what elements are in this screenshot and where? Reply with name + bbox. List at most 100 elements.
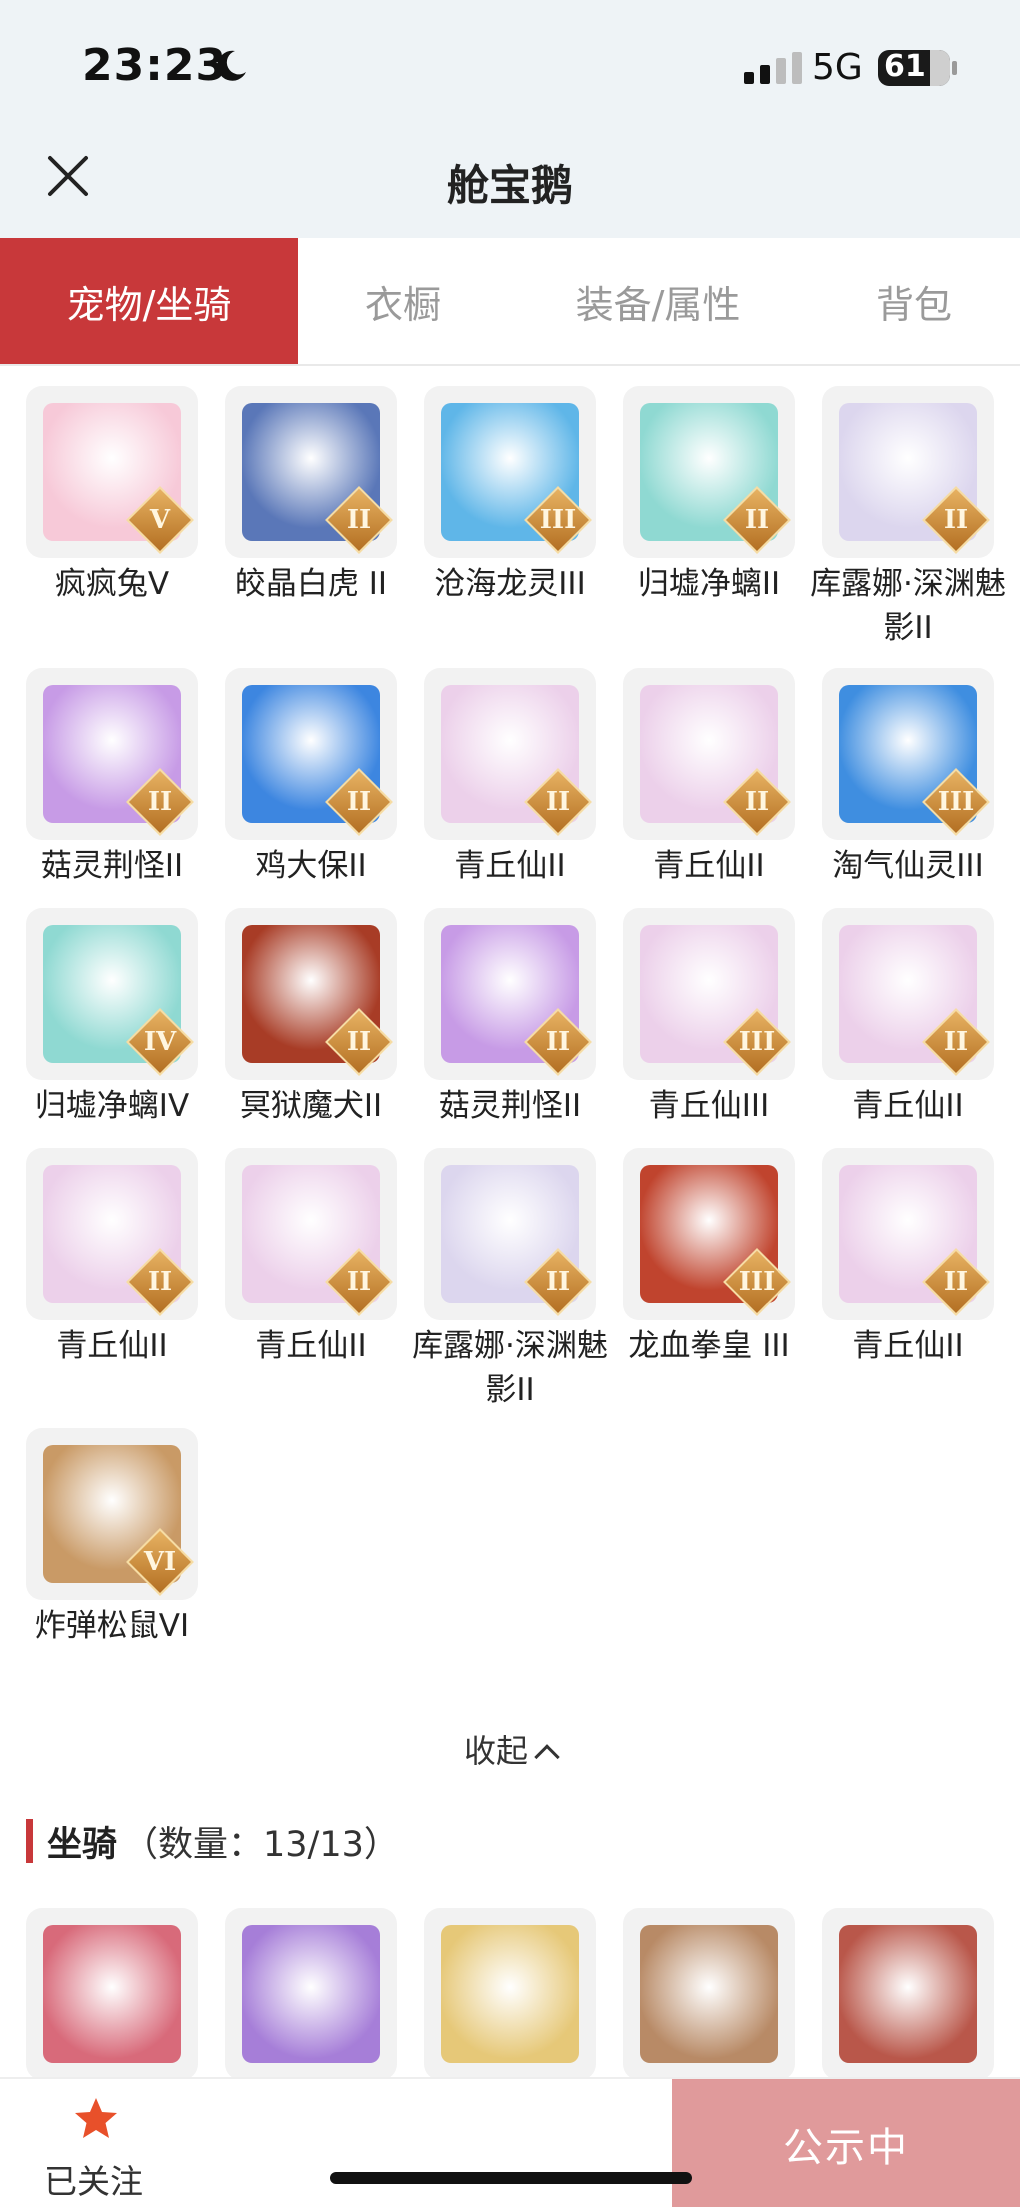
pet-card[interactable]: III 青丘仙III xyxy=(623,908,795,1128)
home-indicator xyxy=(330,2172,692,2184)
rank-label: III xyxy=(937,787,975,817)
pet-name: 青丘仙II xyxy=(56,1328,168,1364)
pet-thumbnail: III xyxy=(623,1148,795,1320)
pet-card[interactable]: III 龙血拳皇 III xyxy=(623,1148,795,1368)
pet-card[interactable]: II 库露娜·深渊魅影II xyxy=(412,1148,608,1412)
pet-name: 菇灵荆怪II xyxy=(438,1088,582,1124)
mount-section-count: （数量：13/13） xyxy=(123,1824,399,1865)
pet-thumbnail: II xyxy=(424,908,596,1080)
rank-label: II xyxy=(545,787,571,817)
moon-icon xyxy=(217,50,246,81)
pet-thumbnail: III xyxy=(623,908,795,1080)
pet-card[interactable]: II 菇灵荆怪II xyxy=(424,908,596,1128)
pet-thumbnail: IV xyxy=(26,908,198,1080)
pet-card[interactable]: II 青丘仙II xyxy=(424,668,596,888)
pet-thumbnail: II xyxy=(822,908,994,1080)
rank-label: II xyxy=(545,1027,571,1057)
rank-label: III xyxy=(738,1027,776,1057)
mount-card[interactable] xyxy=(822,1908,994,2080)
pet-thumbnail: II xyxy=(26,1148,198,1320)
pet-thumbnail: II xyxy=(424,668,596,840)
top-area: 23:23 5G 61 舱宝鹅 xyxy=(0,0,1020,238)
pet-card[interactable]: II 青丘仙II xyxy=(623,668,795,888)
mount-section-header: 坐骑 （数量：13/13） xyxy=(26,1818,399,1865)
mount-portrait xyxy=(43,1925,181,2063)
pet-name: 青丘仙II xyxy=(454,848,566,884)
pet-card[interactable]: II 青丘仙II xyxy=(822,1148,994,1368)
pet-card[interactable]: V 疯疯兔Ⅴ xyxy=(26,386,198,606)
rank-label: II xyxy=(943,505,969,535)
pet-name: 疯疯兔Ⅴ xyxy=(54,566,170,602)
mount-card[interactable] xyxy=(26,1908,198,2080)
pet-thumbnail: II xyxy=(225,386,397,558)
pet-card[interactable]: II 菇灵荆怪II xyxy=(26,668,198,888)
star-icon[interactable] xyxy=(72,2095,120,2143)
mount-row xyxy=(26,1908,996,2080)
tab-backpack[interactable]: 背包 xyxy=(808,238,1020,364)
tab-pets-mounts[interactable]: 宠物/坐骑 xyxy=(0,238,298,364)
rank-label: II xyxy=(943,1027,969,1057)
pet-card[interactable]: II 库露娜·深渊魅影II xyxy=(810,386,1006,650)
pet-name: 鸡大保II xyxy=(255,848,367,884)
pet-name: 皎晶白虎 II xyxy=(234,566,388,602)
battery-tip xyxy=(952,61,957,75)
pet-thumbnail: II xyxy=(225,908,397,1080)
rank-label: II xyxy=(346,1267,372,1297)
mount-card[interactable] xyxy=(424,1908,596,2080)
pet-thumbnail: II xyxy=(225,1148,397,1320)
pet-name: 龙血拳皇 III xyxy=(628,1328,790,1364)
tab-equipment[interactable]: 装备/属性 xyxy=(508,238,808,364)
mount-card[interactable] xyxy=(225,1908,397,2080)
pet-name: 淘气仙灵III xyxy=(832,848,984,884)
pet-thumbnail: VI xyxy=(26,1428,198,1600)
collapse-button[interactable]: 收起 xyxy=(0,1726,1020,1772)
pet-thumbnail: V xyxy=(26,386,198,558)
pet-card[interactable]: VI 炸弹松鼠VI xyxy=(26,1428,198,1648)
pet-thumbnail: II xyxy=(623,668,795,840)
page-title: 舱宝鹅 xyxy=(446,161,573,210)
pet-name: 青丘仙II xyxy=(852,1088,964,1124)
pet-card[interactable]: IV 归墟净螭IV xyxy=(26,908,198,1128)
pet-name: 库露娜·深渊魅影II xyxy=(412,1328,608,1408)
section-accent-bar xyxy=(26,1819,33,1863)
mount-portrait xyxy=(839,1925,977,2063)
pet-name: 炸弹松鼠VI xyxy=(34,1608,190,1644)
pet-card[interactable]: II 冥狱魔犬II xyxy=(225,908,397,1128)
mount-card[interactable] xyxy=(623,1908,795,2080)
status-time: 23:23 xyxy=(82,40,228,91)
rank-label: II xyxy=(744,505,770,535)
mount-thumbnail xyxy=(623,1908,795,2080)
chevron-up-icon xyxy=(534,1744,560,1770)
pet-card[interactable]: II 皎晶白虎 II xyxy=(225,386,397,606)
pet-card[interactable]: II 归墟净螭II xyxy=(623,386,795,606)
pet-thumbnail: II xyxy=(225,668,397,840)
pet-card[interactable]: III 沧海龙灵III xyxy=(424,386,596,606)
pet-card[interactable]: III 淘气仙灵III xyxy=(822,668,994,888)
pet-name: 冥狱魔犬II xyxy=(239,1088,383,1124)
rank-label: II xyxy=(545,1267,571,1297)
mount-section-title: 坐骑 xyxy=(47,1824,118,1865)
pet-name: 青丘仙II xyxy=(653,848,765,884)
rank-label: II xyxy=(147,1267,173,1297)
pet-name: 青丘仙II xyxy=(255,1328,367,1364)
collapse-label: 收起 xyxy=(463,1732,528,1770)
network-label: 5G xyxy=(812,47,863,88)
rank-label: II xyxy=(943,1267,969,1297)
mount-portrait xyxy=(242,1925,380,2063)
pet-thumbnail: II xyxy=(623,386,795,558)
publicity-status-button[interactable]: 公示中 xyxy=(672,2079,1020,2207)
mount-thumbnail xyxy=(225,1908,397,2080)
mount-thumbnail xyxy=(26,1908,198,2080)
mount-portrait xyxy=(640,1925,778,2063)
battery-level: 61 xyxy=(884,50,926,84)
follow-label[interactable]: 已关注 xyxy=(44,2155,143,2203)
pet-card[interactable]: II 鸡大保II xyxy=(225,668,397,888)
pet-card[interactable]: II 青丘仙II xyxy=(822,908,994,1128)
pet-card[interactable]: II 青丘仙II xyxy=(225,1148,397,1368)
battery-icon: 61 xyxy=(878,50,950,86)
pet-name: 沧海龙灵III xyxy=(434,566,586,602)
pet-name: 归墟净螭II xyxy=(637,566,781,602)
pet-thumbnail: II xyxy=(26,668,198,840)
tab-wardrobe[interactable]: 衣橱 xyxy=(298,238,508,364)
pet-card[interactable]: II 青丘仙II xyxy=(26,1148,198,1368)
